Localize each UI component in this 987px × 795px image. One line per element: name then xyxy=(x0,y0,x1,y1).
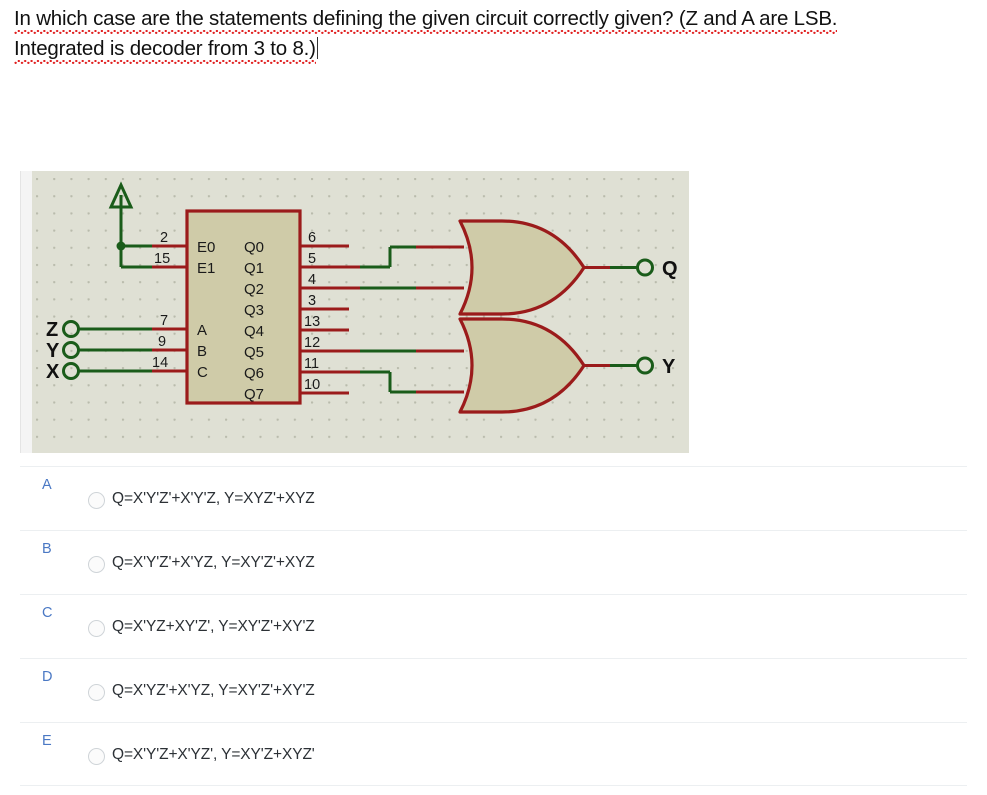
output-terminal-y: Y xyxy=(636,356,676,378)
input-terminal-y xyxy=(62,341,187,359)
option-radio-e[interactable] xyxy=(88,748,105,765)
input-terminal-z xyxy=(62,320,187,338)
decoder-pinnum-15: 15 xyxy=(154,251,170,267)
circuit-canvas: .wr { stroke:#9b1b1b; stroke-width:3; fi… xyxy=(32,171,689,453)
decoder-pin-label-b: B xyxy=(197,343,207,360)
option-text-a[interactable]: Q=X'Y'Z'+X'Y'Z, Y=XYZ'+XYZ xyxy=(112,490,315,508)
decoder-pinnum-2: 2 xyxy=(160,230,168,246)
question-line-1: In which case are the statements definin… xyxy=(14,4,944,34)
text-caret xyxy=(316,37,318,59)
option-row-d[interactable]: D Q=X'YZ'+X'YZ, Y=XY'Z'+XY'Z xyxy=(20,658,967,722)
decoder-pinnum-9: 9 xyxy=(158,334,166,350)
option-row-c[interactable]: C Q=X'YZ+XY'Z', Y=XY'Z'+XY'Z xyxy=(20,594,967,658)
option-text-e[interactable]: Q=X'Y'Z+X'YZ', Y=XY'Z+XYZ' xyxy=(112,746,315,764)
decoder-out-label-q4: Q4 xyxy=(244,323,264,340)
input-label-y: Y xyxy=(46,340,60,362)
option-text-c[interactable]: Q=X'YZ+XY'Z', Y=XY'Z'+XY'Z xyxy=(112,618,315,636)
option-letter-e: E xyxy=(42,733,52,749)
decoder-out-label-q6: Q6 xyxy=(244,365,264,382)
option-row-b[interactable]: B Q=X'Y'Z'+X'YZ, Y=XY'Z'+XYZ xyxy=(20,530,967,594)
decoder-out-label-q7: Q7 xyxy=(244,386,264,403)
question-prompt: In which case are the statements definin… xyxy=(14,4,944,64)
decoder-pin-label-e1: E1 xyxy=(197,260,215,277)
or-gate-y xyxy=(458,317,638,414)
answer-options-list: A Q=X'Y'Z'+X'Y'Z, Y=XYZ'+XYZ B Q=X'Y'Z'+… xyxy=(20,466,967,786)
option-letter-c: C xyxy=(42,605,53,621)
output-label-q: Q xyxy=(662,258,678,280)
decoder-pinnum-5: 5 xyxy=(308,251,316,267)
decoder-pin-label-a: A xyxy=(197,322,207,339)
decoder-pinnum-13: 13 xyxy=(304,314,320,330)
option-text-b[interactable]: Q=X'Y'Z'+X'YZ, Y=XY'Z'+XYZ xyxy=(112,554,315,572)
circuit-diagram-panel: .wr { stroke:#9b1b1b; stroke-width:3; fi… xyxy=(20,171,689,453)
option-radio-b[interactable] xyxy=(88,556,105,573)
output-label-y: Y xyxy=(662,356,676,378)
decoder-out-label-q2: Q2 xyxy=(244,281,264,298)
decoder-pinnum-14: 14 xyxy=(152,355,168,371)
decoder-pinnum-6: 6 xyxy=(308,230,316,246)
option-letter-d: D xyxy=(42,669,53,685)
question-line-2: Integrated is decoder from 3 to 8.) xyxy=(14,34,944,64)
input-terminal-x xyxy=(62,362,187,380)
decoder-pinnum-11: 11 xyxy=(304,356,319,372)
option-text-d[interactable]: Q=X'YZ'+X'YZ, Y=XY'Z'+XY'Z xyxy=(112,682,315,700)
decoder-pinnum-7: 7 xyxy=(160,313,168,329)
question-line-1-text: In which case are the statements definin… xyxy=(14,7,837,34)
option-letter-a: A xyxy=(42,477,52,493)
input-label-x: X xyxy=(46,361,60,383)
decoder-pinnum-4: 4 xyxy=(308,272,316,288)
wire-q6-to-gate-y xyxy=(300,370,464,394)
decoder-pin-label-c: C xyxy=(197,364,208,381)
option-letter-b: B xyxy=(42,541,52,557)
decoder-out-label-q3: Q3 xyxy=(244,302,264,319)
or-gate-q xyxy=(458,219,638,316)
decoder-pin-label-e0: E0 xyxy=(197,239,215,256)
decoder-pinnum-3: 3 xyxy=(308,293,316,309)
decoder-pinnum-10: 10 xyxy=(304,377,320,393)
question-line-2-text: Integrated is decoder from 3 to 8.) xyxy=(14,37,316,64)
decoder-pinnum-12: 12 xyxy=(304,335,320,351)
option-radio-c[interactable] xyxy=(88,620,105,637)
decoder-out-label-q0: Q0 xyxy=(244,239,264,256)
decoder-out-label-q1: Q1 xyxy=(244,260,264,277)
vcc-power-icon xyxy=(108,181,134,246)
option-row-e[interactable]: E Q=X'Y'Z+X'YZ', Y=XY'Z+XYZ' xyxy=(20,722,967,786)
option-row-a[interactable]: A Q=X'Y'Z'+X'Y'Z, Y=XYZ'+XYZ xyxy=(20,466,967,530)
input-label-z: Z xyxy=(46,319,58,341)
wire-q1-to-gate-q xyxy=(300,245,464,269)
option-radio-a[interactable] xyxy=(88,492,105,509)
decoder-out-label-q5: Q5 xyxy=(244,344,264,361)
output-terminal-q: Q xyxy=(636,258,678,280)
option-radio-d[interactable] xyxy=(88,684,105,701)
page-root: In which case are the statements definin… xyxy=(0,0,987,795)
